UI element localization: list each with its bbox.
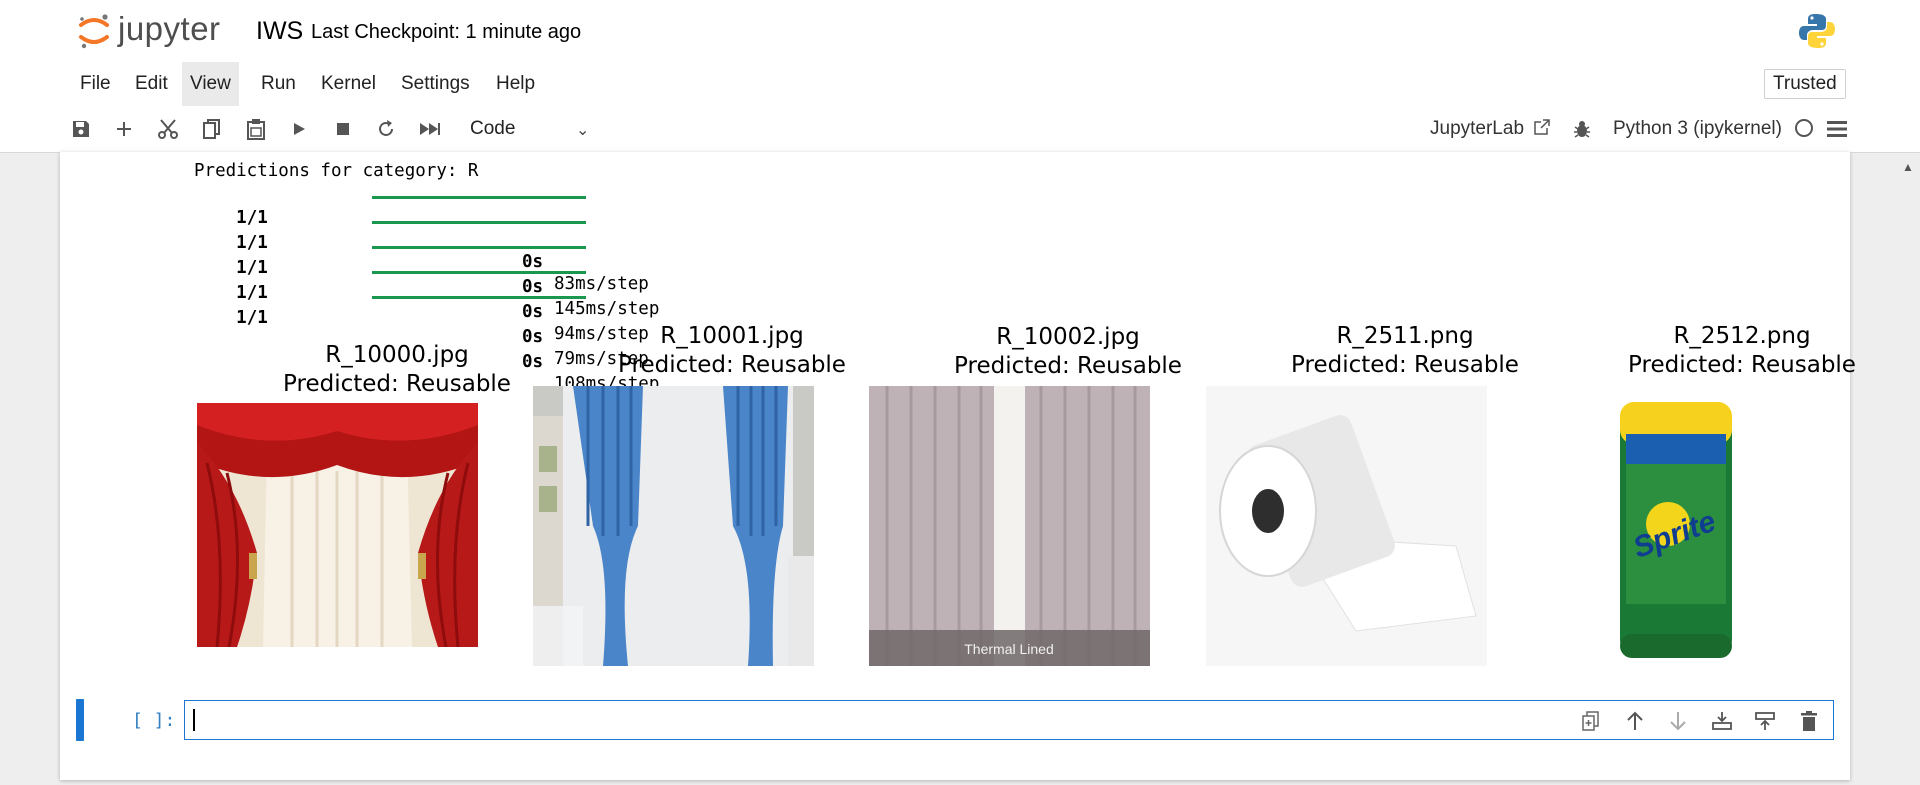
insert-below-icon[interactable] [1753, 709, 1777, 733]
progress-time: 0s [522, 302, 544, 322]
debugger-bug-icon[interactable] [1569, 116, 1595, 142]
menu-help[interactable]: Help [488, 62, 543, 106]
menu-file[interactable]: File [72, 62, 119, 106]
sprite-can-image: Sprite [1602, 394, 1742, 662]
paste-icon[interactable] [243, 116, 269, 142]
cell-type-value: Code [470, 118, 516, 139]
scroll-up-icon[interactable]: ▲ [1902, 160, 1914, 174]
image-caption: Thermal Lined [964, 641, 1054, 657]
insert-above-icon[interactable] [1710, 709, 1734, 733]
thermal-curtains-image: Thermal Lined [869, 386, 1150, 666]
kernel-status-icon [1795, 119, 1813, 137]
menu-view[interactable]: View [182, 62, 239, 106]
progress-step: 83ms/step [554, 274, 649, 294]
copy-icon[interactable] [199, 116, 225, 142]
kernel-name[interactable]: Python 3 (ipykernel) [1613, 106, 1782, 152]
menu-hamburger-icon[interactable] [1824, 116, 1850, 142]
trusted-indicator[interactable]: Trusted [1764, 69, 1846, 99]
cell-type-select[interactable]: Code ⌄ [470, 113, 592, 145]
jupyterlab-label: JupyterLab [1430, 118, 1525, 139]
notebook-title[interactable]: IWS [256, 16, 303, 46]
figure-title: R_2512.png Predicted: Reusable [1542, 322, 1920, 380]
add-cell-icon[interactable] [111, 116, 137, 142]
fast-forward-icon[interactable] [417, 116, 443, 142]
menu-bar: File Edit View Run Kernel Settings Help … [0, 62, 1920, 107]
save-icon[interactable] [68, 116, 94, 142]
progress-bar [372, 296, 586, 299]
figure-filename: R_2512.png [1673, 323, 1811, 349]
progress-time: 0s [522, 252, 544, 272]
menu-settings[interactable]: Settings [393, 62, 478, 106]
code-cell-input[interactable] [184, 700, 1834, 740]
stop-icon[interactable] [330, 116, 356, 142]
jupyter-ring-icon [79, 14, 109, 49]
blue-curtains-image [533, 386, 814, 666]
external-link-icon [1534, 119, 1551, 135]
menu-kernel[interactable]: Kernel [313, 62, 384, 106]
progress-count: 1/1 [236, 308, 268, 328]
cell-prompt: [ ]: [132, 710, 176, 731]
duplicate-cell-icon[interactable] [1579, 709, 1603, 733]
run-icon[interactable] [286, 116, 312, 142]
jupyter-logo[interactable]: jupyter [78, 9, 238, 51]
progress-time: 0s [522, 277, 544, 297]
progress-bar [372, 246, 586, 249]
restart-icon[interactable] [373, 116, 399, 142]
notebook-toolbar: Code ⌄ JupyterLab Python 3 (ipykernel) [0, 106, 1920, 153]
progress-bar [372, 271, 586, 274]
notebook-panel: Predictions for category: R 1/1 0s 83ms/… [60, 152, 1856, 780]
checkpoint-status: Last Checkpoint: 1 minute ago [311, 21, 582, 43]
delete-cell-icon[interactable] [1797, 709, 1821, 733]
progress-bar [372, 221, 586, 224]
logo-text: jupyter [118, 10, 221, 47]
jupyterlab-link[interactable]: JupyterLab [1430, 106, 1551, 152]
progress-bar [372, 196, 586, 199]
progress-step: 145ms/step [554, 299, 660, 319]
menu-run[interactable]: Run [253, 62, 304, 106]
red-curtain-image [197, 403, 478, 647]
move-up-icon[interactable] [1623, 709, 1647, 733]
cut-icon[interactable] [155, 116, 181, 142]
figure-prediction: Predicted: Reusable [1628, 352, 1856, 378]
active-cell-indicator [76, 699, 84, 741]
toilet-paper-image [1206, 386, 1487, 666]
output-header: Predictions for category: R [194, 161, 479, 181]
text-cursor [193, 709, 195, 731]
menu-edit[interactable]: Edit [127, 62, 176, 106]
python-logo-icon [1799, 14, 1835, 48]
move-down-icon[interactable] [1666, 709, 1690, 733]
header-bar: jupyter IWS Last Checkpoint: 1 minute ag… [0, 0, 1920, 63]
chevron-down-icon: ⌄ [576, 122, 590, 139]
